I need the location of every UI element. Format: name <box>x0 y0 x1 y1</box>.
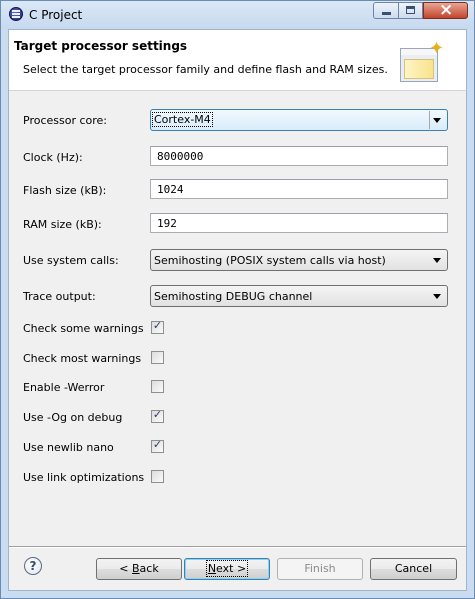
flash-size-row: Flash size (kB): <box>9 178 466 204</box>
check-some-warnings-label: Check some warnings <box>23 322 144 335</box>
processor-core-label: Processor core: <box>23 114 108 127</box>
use-newlib-nano-row: Use newlib nano ✓ <box>9 435 466 461</box>
title-bar[interactable]: C Project <box>1 0 474 29</box>
wizard-header: Target processor settings Select the tar… <box>9 30 466 91</box>
checkmark-icon <box>152 378 163 389</box>
trace-output-value: Semihosting DEBUG channel <box>154 290 313 303</box>
next-button-focus: Next > <box>205 560 249 577</box>
ram-size-input[interactable] <box>150 213 448 233</box>
next-button-label: ext > <box>216 562 247 575</box>
minimize-button[interactable] <box>373 2 399 19</box>
use-link-optimizations-checkbox[interactable] <box>151 470 164 483</box>
use-newlib-nano-label: Use newlib nano <box>23 441 114 454</box>
enable-werror-checkbox[interactable] <box>151 380 164 393</box>
sparkle-icon: ✦ <box>429 38 445 59</box>
use-link-optimizations-row: Use link optimizations <box>9 465 466 491</box>
ram-size-row: RAM size (kB): <box>9 212 466 238</box>
check-some-warnings-checkbox[interactable]: ✓ <box>151 319 164 334</box>
back-button-label: ack <box>139 562 159 575</box>
page-title: Target processor settings <box>14 39 188 53</box>
use-link-optimizations-label: Use link optimizations <box>23 471 145 484</box>
flash-size-label: Flash size (kB): <box>23 184 107 197</box>
check-most-warnings-checkbox[interactable] <box>151 351 164 364</box>
next-button-mnemonic: N <box>207 562 217 575</box>
check-most-warnings-row: Check most warnings <box>9 346 466 372</box>
check-some-warnings-row: Check some warnings ✓ <box>9 316 466 342</box>
system-calls-dropdown-button[interactable] <box>429 251 446 269</box>
clock-label: Clock (Hz): <box>23 151 83 164</box>
processor-core-select[interactable]: Cortex-M4 <box>150 109 448 131</box>
checkmark-icon <box>152 468 163 479</box>
c-project-dialog: C Project Target processor settings Sele… <box>0 0 475 599</box>
help-icon[interactable]: ? <box>24 557 42 575</box>
processor-core-value: Cortex-M4 <box>152 112 213 127</box>
eclipse-icon <box>9 7 23 21</box>
page-description: Select the target processor family and d… <box>23 63 388 76</box>
trace-output-row: Trace output: Semihosting DEBUG channel <box>9 284 466 310</box>
checkmark-icon: ✓ <box>152 438 163 451</box>
processor-core-row: Processor core: Cortex-M4 <box>9 108 466 134</box>
trace-output-dropdown-button[interactable] <box>429 287 446 305</box>
dialog-content: Target processor settings Select the tar… <box>8 29 467 591</box>
window-title: C Project <box>29 8 83 22</box>
enable-werror-row: Enable -Werror <box>9 375 466 401</box>
use-og-on-debug-checkbox[interactable]: ✓ <box>151 408 164 423</box>
back-button[interactable]: < Back <box>96 558 182 580</box>
back-button-prefix: < <box>119 562 132 575</box>
trace-output-label: Trace output: <box>23 290 96 303</box>
checkmark-icon <box>152 349 163 360</box>
flash-size-input[interactable] <box>150 179 448 199</box>
new-project-wizard-icon: ✦ <box>400 38 446 84</box>
trace-output-select[interactable]: Semihosting DEBUG channel <box>150 285 448 307</box>
chevron-down-icon <box>433 258 441 263</box>
maximize-button[interactable] <box>398 2 423 19</box>
close-button[interactable] <box>423 0 468 20</box>
use-newlib-nano-checkbox[interactable]: ✓ <box>151 438 164 453</box>
use-og-on-debug-label: Use -Og on debug <box>23 411 123 424</box>
check-most-warnings-label: Check most warnings <box>23 352 142 365</box>
processor-core-dropdown-button[interactable] <box>429 111 446 129</box>
enable-werror-label: Enable -Werror <box>23 381 105 394</box>
use-og-on-debug-row: Use -Og on debug ✓ <box>9 405 466 431</box>
back-button-mnemonic: B <box>132 562 140 575</box>
clock-row: Clock (Hz): <box>9 145 466 171</box>
system-calls-select[interactable]: Semihosting (POSIX system calls via host… <box>150 249 448 271</box>
button-bar-separator <box>9 546 466 548</box>
clock-input[interactable] <box>150 146 448 166</box>
ram-size-label: RAM size (kB): <box>23 218 102 231</box>
finish-button[interactable]: Finish <box>277 558 363 580</box>
checkmark-icon: ✓ <box>152 319 163 332</box>
system-calls-row: Use system calls: Semihosting (POSIX sys… <box>9 248 466 274</box>
next-button[interactable]: Next > <box>184 558 270 580</box>
cancel-button[interactable]: Cancel <box>370 558 457 580</box>
checkmark-icon: ✓ <box>152 408 163 421</box>
system-calls-value: Semihosting (POSIX system calls via host… <box>154 254 386 267</box>
chevron-down-icon <box>433 294 441 299</box>
system-calls-label: Use system calls: <box>23 254 119 267</box>
chevron-down-icon <box>433 118 441 123</box>
